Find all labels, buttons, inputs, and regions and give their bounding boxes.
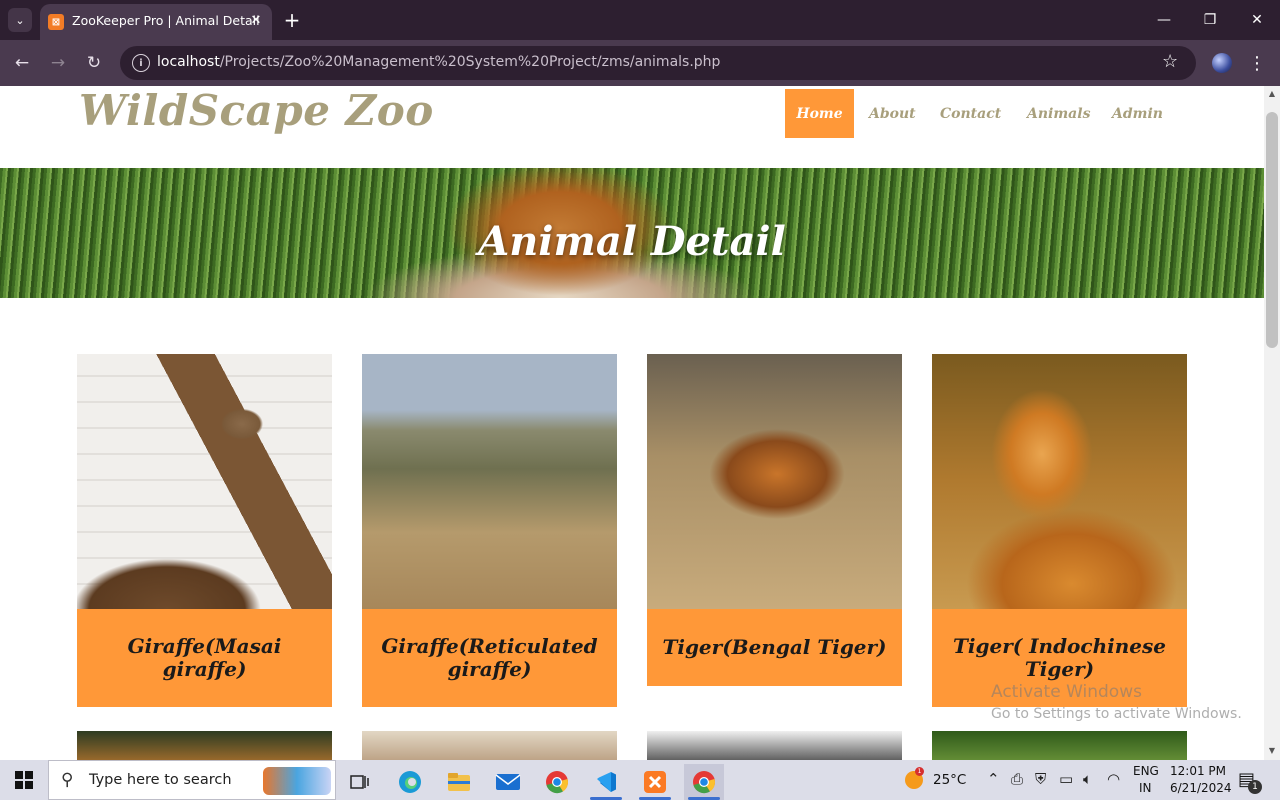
forward-icon[interactable]: → xyxy=(43,48,73,78)
taskbar-search[interactable]: ⚲ Type here to search xyxy=(48,760,336,800)
security-icon[interactable]: ⛨ xyxy=(1035,770,1046,788)
vscode-icon[interactable] xyxy=(586,764,626,800)
activate-windows-hint: Go to Settings to activate Windows. xyxy=(991,706,1242,722)
browser-tab-strip: ⌄ ⊠ ZooKeeper Pro | Animal Detail ✕ + — … xyxy=(0,0,1280,40)
activate-windows-watermark: Activate Windows xyxy=(991,682,1142,702)
animal-card[interactable]: Giraffe(Reticulated giraffe) xyxy=(362,354,617,707)
animal-photo[interactable] xyxy=(932,354,1187,609)
browser-menu-icon[interactable]: ⋮ xyxy=(1246,52,1268,74)
weather-badge: 1 xyxy=(915,767,924,776)
chrome-active-icon[interactable] xyxy=(684,764,724,800)
chrome-icon[interactable] xyxy=(537,764,577,800)
animal-photo[interactable] xyxy=(77,731,332,760)
animal-name[interactable]: Tiger(Bengal Tiger) xyxy=(647,609,902,686)
volume-icon[interactable]: 🔈︎ xyxy=(1083,770,1092,788)
scroll-thumb[interactable] xyxy=(1266,112,1278,348)
wifi-icon[interactable]: ◠ xyxy=(1107,770,1120,788)
meet-now-icon[interactable]: ⎙ xyxy=(1011,770,1023,788)
reload-icon[interactable]: ↻ xyxy=(79,48,109,78)
tab-title: ZooKeeper Pro | Animal Detail xyxy=(72,13,260,28)
nav-about[interactable]: About xyxy=(854,89,931,138)
search-placeholder: Type here to search xyxy=(89,772,232,788)
new-tab-button[interactable]: + xyxy=(282,8,302,32)
search-highlight-icon xyxy=(263,767,331,795)
nav-animals[interactable]: Animals xyxy=(1012,89,1105,138)
tab-list-button[interactable]: ⌄ xyxy=(8,8,32,32)
animal-photo[interactable] xyxy=(362,354,617,609)
animal-photo[interactable] xyxy=(77,354,332,609)
search-icon: ⚲ xyxy=(61,770,74,790)
nav-home[interactable]: Home xyxy=(785,89,854,138)
animal-card[interactable]: Tiger(Bengal Tiger) xyxy=(647,354,902,686)
animal-photo[interactable] xyxy=(647,731,902,760)
browser-toolbar: ← → ↻ i localhost/Projects/Zoo%20Managem… xyxy=(0,40,1280,86)
animal-photo[interactable] xyxy=(647,354,902,609)
clock-date[interactable]: 6/21/2024 xyxy=(1170,781,1232,795)
banner-title: Animal Detail xyxy=(478,218,786,265)
tab-close-icon[interactable]: ✕ xyxy=(246,10,266,30)
language-region[interactable]: IN xyxy=(1139,781,1152,795)
bookmark-star-icon[interactable]: ☆ xyxy=(1162,51,1178,72)
web-page: WildScape Zoo Home About Contact Animals… xyxy=(0,86,1264,760)
close-window-button[interactable]: ✕ xyxy=(1234,4,1280,36)
animal-name[interactable]: Giraffe(Masai giraffe) xyxy=(77,609,332,707)
back-icon[interactable]: ← xyxy=(7,48,37,78)
site-logo[interactable]: WildScape Zoo xyxy=(79,86,434,135)
windows-taskbar: ⚲ Type here to search 1 25°C ⌃ ⎙ ⛨ ▭ 🔈︎ … xyxy=(0,760,1280,800)
animal-photo[interactable] xyxy=(362,731,617,760)
show-hidden-icons-icon[interactable]: ⌃ xyxy=(987,770,1000,788)
file-explorer-icon[interactable] xyxy=(439,764,479,800)
battery-icon[interactable]: ▭ xyxy=(1059,770,1073,788)
animal-name[interactable]: Giraffe(Reticulated giraffe) xyxy=(362,609,617,707)
xampp-icon[interactable] xyxy=(635,764,675,800)
notifications-badge: 1 xyxy=(1248,780,1262,794)
scroll-down-icon[interactable]: ▼ xyxy=(1264,746,1280,756)
page-scrollbar[interactable]: ▲ ▼ xyxy=(1264,86,1280,760)
animal-card[interactable]: Giraffe(Masai giraffe) xyxy=(77,354,332,707)
url-host: localhost xyxy=(157,54,220,70)
site-info-icon[interactable]: i xyxy=(132,54,150,72)
task-view-icon[interactable] xyxy=(340,764,380,800)
edge-browser-icon[interactable] xyxy=(390,764,430,800)
mail-icon[interactable] xyxy=(488,764,528,800)
scroll-up-icon[interactable]: ▲ xyxy=(1264,89,1280,99)
clock-time[interactable]: 12:01 PM xyxy=(1170,764,1226,778)
animal-card[interactable]: Tiger( Indochinese Tiger) xyxy=(932,354,1187,707)
language-indicator[interactable]: ENG xyxy=(1133,764,1159,778)
profile-avatar-icon[interactable] xyxy=(1212,53,1232,73)
nav-admin[interactable]: Admin xyxy=(1097,89,1178,138)
address-bar[interactable]: i localhost/Projects/Zoo%20Management%20… xyxy=(120,46,1196,80)
restore-button[interactable]: ❐ xyxy=(1187,4,1233,36)
minimize-button[interactable]: — xyxy=(1141,4,1187,36)
windows-start-icon[interactable] xyxy=(0,760,48,800)
weather-temperature[interactable]: 25°C xyxy=(933,772,966,788)
animal-photo[interactable] xyxy=(932,731,1187,760)
nav-contact[interactable]: Contact xyxy=(925,89,1016,138)
url-text[interactable]: localhost/Projects/Zoo%20Management%20Sy… xyxy=(157,54,720,70)
url-path: /Projects/Zoo%20Management%20System%20Pr… xyxy=(219,54,721,70)
xampp-favicon-icon: ⊠ xyxy=(48,14,64,30)
browser-tab[interactable]: ⊠ ZooKeeper Pro | Animal Detail ✕ xyxy=(40,4,272,40)
hero-banner: Animal Detail xyxy=(0,168,1264,298)
